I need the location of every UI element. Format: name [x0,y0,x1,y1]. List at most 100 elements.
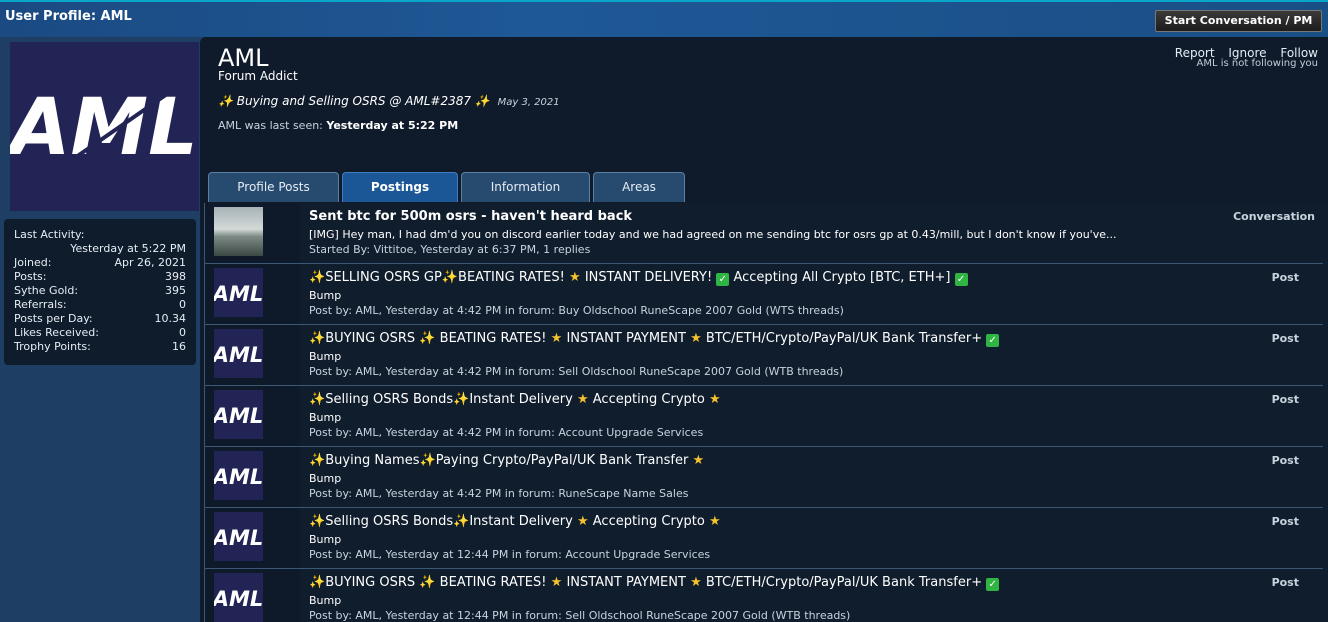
stat-value: Apr 26, 2021 [114,256,186,269]
item-title[interactable]: ✨Buying Names✨Paying Crypto/PayPal/UK Ba… [309,453,704,468]
item-meta: Post by: AML, Yesterday at 4:42 PM in fo… [309,487,689,500]
list-item[interactable]: Sent btc for 500m osrs - haven't heard b… [205,203,1323,264]
item-type: Post [1271,271,1299,284]
stat-value: 0 [179,326,186,339]
stat-value: 0 [179,298,186,311]
item-meta: Post by: AML, Yesterday at 4:42 PM in fo… [309,365,844,378]
item-content: ✨SELLING OSRS GP✨BEATING RATES! ★ INSTAN… [309,264,1323,324]
item-type: Post [1271,576,1299,589]
item-meta: Post by: AML, Yesterday at 12:44 PM in f… [309,548,711,561]
item-content: ✨Buying Names✨Paying Crypto/PayPal/UK Ba… [309,447,1323,507]
sparkle-icon: ✨ [419,575,436,590]
item-type: Post [1271,515,1299,528]
item-meta: Post by: AML, Yesterday at 12:44 PM in f… [309,609,851,622]
star-icon: ★ [690,575,702,590]
aml-logo: AML [214,451,263,500]
author-avatar[interactable]: AML [214,512,263,561]
list-item[interactable]: AML ✨Selling OSRS Bonds✨Instant Delivery … [205,386,1323,447]
postings-list: Sent btc for 500m osrs - haven't heard b… [204,203,1328,622]
star-icon: ★ [569,270,581,285]
author-avatar[interactable]: AML [214,329,263,378]
item-meta: Started By: Vittitoe, Yesterday at 6:37 … [309,243,591,256]
stat-row: Last Activity: Yesterday at 5:22 PM [14,228,186,256]
item-title[interactable]: ✨Selling OSRS Bonds✨Instant Delivery ★ A… [309,514,721,529]
thumb-column: AML [205,325,300,385]
star-icon: ★ [692,453,705,468]
last-seen: AML was last seen: Yesterday at 5:22 PM [218,119,458,132]
stat-label: Posts per Day: [14,312,93,325]
sparkle-icon: ✨ [474,94,490,108]
stat-label: Joined: [14,256,52,269]
sparkle-icon: ✨ [218,94,233,108]
author-avatar[interactable]: AML [214,451,263,500]
author-avatar[interactable]: AML [214,268,263,317]
stat-label: Sythe Gold: [14,284,79,297]
item-snippet: Bump [309,350,342,363]
check-icon: ✓ [716,273,730,286]
tab-information[interactable]: Information [461,172,590,202]
item-title[interactable]: ✨BUYING OSRS ✨ BEATING RATES! ★ INSTANT … [309,331,1000,347]
item-snippet: Bump [309,594,342,607]
list-item[interactable]: AML ✨BUYING OSRS ✨ BEATING RATES! ★ INSTA… [205,325,1323,386]
item-type: Post [1271,454,1299,467]
aml-logo: AML [214,512,263,561]
avatar[interactable]: AML [10,42,199,211]
stat-row: Likes Received: 0 [14,326,186,340]
stat-row: Trophy Points: 16 [14,340,186,354]
list-item[interactable]: AML ✨SELLING OSRS GP✨BEATING RATES! ★ INS… [205,264,1323,325]
star-icon: ★ [550,331,563,346]
last-seen-label: AML was last seen: [218,119,323,132]
star-icon: ★ [576,392,589,407]
check-icon: ✓ [986,578,1000,591]
tab-postings[interactable]: Postings [342,172,458,202]
top-bar: User Profile: AML Start Conversation / P… [0,0,1328,37]
item-title[interactable]: Sent btc for 500m osrs - haven't heard b… [309,209,632,224]
item-title[interactable]: ✨SELLING OSRS GP✨BEATING RATES! ★ INSTAN… [309,270,968,286]
tab-areas[interactable]: Areas [593,172,685,202]
thumb-letters: AML [214,343,263,367]
list-item[interactable]: AML ✨BUYING OSRS ✨ BEATING RATES! ★ INSTA… [205,569,1323,622]
status-message: ✨ Buying and Selling OSRS @ AML#2387 ✨ M… [218,94,560,108]
item-content: ✨Selling OSRS Bonds✨Instant Delivery ★ A… [309,508,1323,568]
thumb-letters: AML [214,404,263,428]
item-type: Post [1271,393,1299,406]
username: AML [218,44,269,72]
status-date: May 3, 2021 [497,97,560,108]
stat-row: Posts: 398 [14,270,186,284]
thumb-column: AML [205,569,300,622]
thumb-column: AML [205,447,300,507]
item-content: Sent btc for 500m osrs - haven't heard b… [309,203,1323,263]
stat-value: Yesterday at 5:22 PM [70,242,186,255]
star-icon: ★ [576,514,589,529]
attachment-thumbnail[interactable] [214,207,263,256]
start-conversation-button[interactable]: Start Conversation / PM [1155,10,1322,32]
star-icon: ★ [709,392,721,407]
item-snippet: Bump [309,533,342,546]
sparkle-icon: ✨ [441,270,459,285]
item-title[interactable]: ✨BUYING OSRS ✨ BEATING RATES! ★ INSTANT … [309,575,1000,591]
item-title[interactable]: ✨Selling OSRS Bonds✨Instant Delivery ★ A… [309,392,721,407]
check-icon: ✓ [954,273,968,286]
stat-label: Trophy Points: [14,340,91,353]
sparkle-icon: ✨ [309,575,326,590]
list-item[interactable]: AML ✨Selling OSRS Bonds✨Instant Delivery … [205,508,1323,569]
list-item[interactable]: AML ✨Buying Names✨Paying Crypto/PayPal/UK… [205,447,1323,508]
stat-row: Posts per Day: 10.34 [14,312,186,326]
item-content: ✨Selling OSRS Bonds✨Instant Delivery ★ A… [309,386,1323,446]
author-avatar[interactable]: AML [214,390,263,439]
profile-actions: Report Ignore Follow AML is not followin… [1165,46,1318,69]
sparkle-icon: ✨ [309,331,326,346]
stat-value: 16 [172,340,186,353]
stat-value: 398 [165,270,186,283]
page-title: User Profile: AML [5,9,132,24]
user-title: Forum Addict [218,69,298,83]
item-meta: Post by: AML, Yesterday at 4:42 PM in fo… [309,304,844,317]
stat-label: Last Activity: [14,228,85,241]
thumb-column [205,203,300,263]
author-avatar[interactable]: AML [214,573,263,622]
tab-profile-posts[interactable]: Profile Posts [208,172,339,202]
stat-value: 10.34 [154,312,187,325]
last-seen-value: Yesterday at 5:22 PM [326,119,459,132]
item-snippet: Bump [309,289,342,302]
stat-label: Posts: [14,270,47,283]
